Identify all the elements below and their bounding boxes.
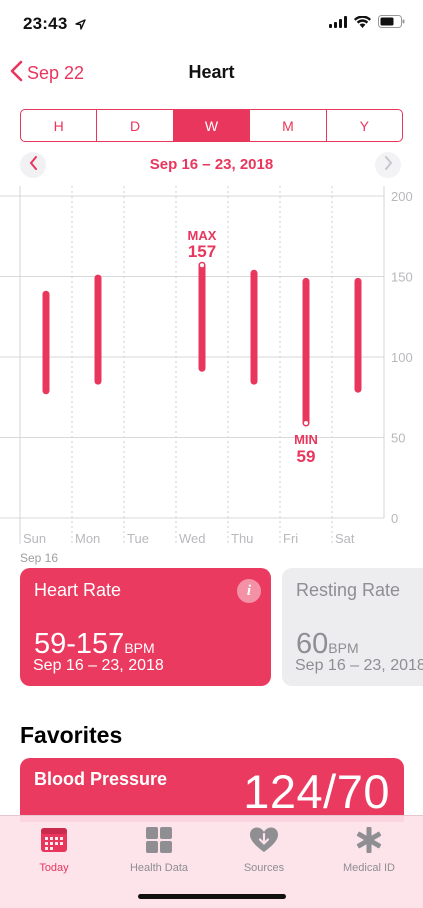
x-tick-label: Sun (23, 531, 46, 546)
medical-id-asterisk-icon (316, 824, 422, 856)
favorites-heading: Favorites (20, 722, 123, 748)
status-time: 23:43 (23, 14, 68, 33)
sources-heart-icon (211, 824, 317, 856)
resting-rate-card-unit: BPM (328, 640, 359, 656)
battery-icon (378, 15, 405, 33)
heart-rate-chart[interactable]: 0 50 100 150 200 Sun Mon Tue Wed Thu Fri Sat Sep 16 M… (0, 186, 423, 566)
x-tick-label: Tue (127, 531, 149, 546)
chevron-left-icon (29, 155, 38, 175)
resting-rate-card-date: Sep 16 – 23, 2018 (295, 657, 423, 674)
date-range-label: Sep 16 – 23, 2018 (149, 156, 274, 173)
y-tick-label: 50 (391, 431, 405, 446)
y-tick-label: 150 (391, 270, 413, 285)
previous-range-button[interactable] (20, 152, 46, 178)
signal-bars-icon (329, 15, 347, 33)
min-annotation-value: 59 (297, 447, 316, 466)
resting-rate-card[interactable]: Resting Rate 60BPM Sep 16 – 23, 2018 (282, 568, 423, 686)
y-tick-label: 100 (391, 350, 413, 365)
x-tick-label: Wed (179, 531, 206, 546)
tab-health-data[interactable]: Health Data (106, 824, 212, 874)
health-data-grid-icon (106, 824, 212, 856)
x-tick-label: Thu (231, 531, 253, 546)
status-bar: 23:43 (0, 0, 423, 48)
blood-pressure-card[interactable]: Blood Pressure 124/70 (20, 758, 404, 822)
tab-medical-id[interactable]: Medical ID (316, 824, 422, 874)
time-range-segmented-control: H D W M Y (20, 109, 403, 142)
y-tick-label: 0 (391, 511, 398, 526)
heart-rate-card-unit: BPM (124, 640, 155, 656)
nav-bar: Heart Sep 22 (0, 48, 423, 98)
blood-pressure-value: 124/70 (243, 765, 390, 818)
heart-rate-card-title: Heart Rate (34, 580, 122, 600)
tab-sources-label: Sources (243, 862, 285, 874)
segment-hour[interactable]: H (21, 110, 98, 141)
resting-rate-card-value: 60 (296, 628, 329, 660)
info-icon[interactable]: i (237, 579, 261, 603)
home-indicator (138, 894, 286, 899)
heart-rate-card-date: Sep 16 – 23, 2018 (33, 657, 164, 674)
min-marker-dot (302, 419, 310, 427)
max-marker-dot (198, 262, 206, 269)
segment-day[interactable]: D (97, 110, 174, 141)
tab-health-data-label: Health Data (129, 862, 189, 874)
back-button[interactable]: Sep 22 (10, 60, 84, 87)
heart-rate-chart-canvas: 0 50 100 150 200 Sun Mon Tue Wed Thu Fri Sat Sep 16 M… (0, 186, 413, 565)
chevron-right-icon (384, 155, 393, 175)
next-range-button[interactable] (375, 152, 401, 178)
heart-rate-card-value: 59-157 (34, 628, 125, 660)
segment-week[interactable]: W (173, 110, 251, 141)
max-annotation-value: 157 (188, 242, 216, 261)
max-annotation-label: MAX (188, 228, 217, 243)
back-button-label: Sep 22 (27, 63, 85, 83)
location-arrow-icon (75, 17, 86, 35)
x-axis-caption: Sep 16 (20, 551, 58, 565)
tab-today-label: Today (39, 862, 69, 874)
tab-today[interactable]: Today (1, 824, 107, 874)
y-tick-label: 200 (391, 189, 413, 204)
date-range-row: Sep 16 – 23, 2018 (0, 150, 423, 180)
segment-month[interactable]: M (250, 110, 327, 141)
resting-rate-card-title: Resting Rate (296, 580, 401, 600)
segment-year[interactable]: Y (327, 110, 402, 141)
today-calendar-icon (1, 824, 107, 856)
x-tick-label: Fri (283, 531, 298, 546)
chevron-left-icon (10, 60, 23, 87)
x-tick-label: Sat (335, 531, 355, 546)
wifi-icon (354, 15, 371, 33)
min-annotation-label: MIN (294, 432, 318, 447)
tab-sources[interactable]: Sources (211, 824, 317, 874)
tab-medical-id-label: Medical ID (343, 862, 395, 874)
blood-pressure-title: Blood Pressure (34, 769, 168, 789)
heart-rate-card[interactable]: Heart Rate i 59-157BPM Sep 16 – 23, 2018 (20, 568, 271, 686)
x-tick-label: Mon (75, 531, 100, 546)
